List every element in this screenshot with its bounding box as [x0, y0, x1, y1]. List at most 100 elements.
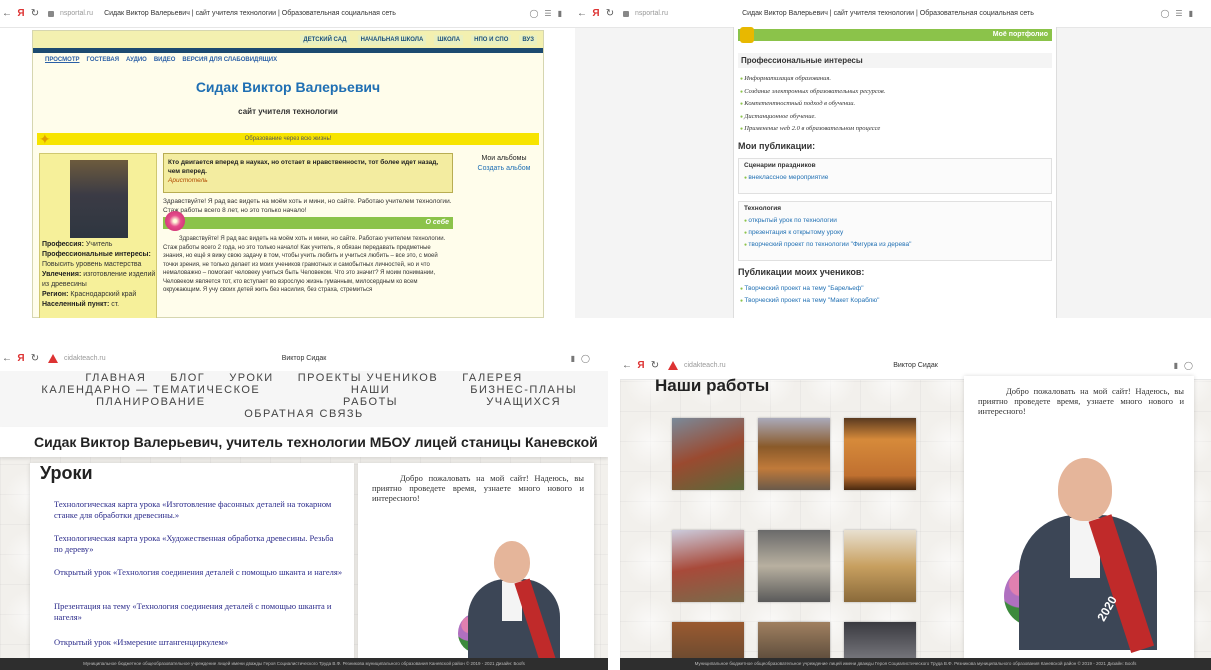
works-title: Наши работы: [655, 376, 770, 395]
browser-bar: ← Я ↻ nsportal.ru Сидак Виктор Валерьеви…: [575, 0, 1211, 28]
pub-link[interactable]: творческий проект по технологии "Фигурка…: [744, 239, 1046, 251]
portfolio-bar: Моё портфолио: [738, 29, 1052, 41]
subnav-low-vision[interactable]: ВЕРСИЯ ДЛЯ СЛАБОВИДЯЩИХ: [182, 57, 277, 63]
yandex-icon[interactable]: Я: [14, 8, 28, 19]
warning-icon: [668, 361, 678, 370]
welcome-text: Добро пожаловать на мой сайт! Надеюсь, в…: [372, 473, 584, 503]
topnav-kindergarten[interactable]: ДЕТСКИЙ САД: [300, 34, 350, 45]
screenshot-nsportal-profile: ← Я ↻ nsportal.ru Сидак Виктор Валерьеви…: [0, 0, 580, 318]
work-photo-6[interactable]: [844, 530, 916, 602]
toolbar-icons[interactable]: ◯☰▮: [529, 9, 568, 18]
lesson-link[interactable]: Презентация на тему «Технология соединен…: [54, 601, 344, 622]
work-photo-5[interactable]: [758, 530, 830, 602]
profile-details: Профессия: Учитель Профессиональные инте…: [42, 240, 156, 310]
pub-group-title: Технология: [744, 205, 782, 212]
region-label: Регион:: [42, 291, 69, 298]
yandex-icon[interactable]: Я: [634, 360, 648, 371]
footer: Муниципальное бюджетное общеобразователь…: [0, 658, 608, 670]
address-bar[interactable]: cidakteach.ru: [684, 362, 726, 369]
pub-link[interactable]: открытый урок по технологии: [744, 215, 1046, 227]
interest-item: Дистанционное обучение.: [740, 111, 885, 124]
back-icon[interactable]: ←: [0, 8, 14, 19]
lesson-link[interactable]: Технологическая карта урока «Изготовлени…: [54, 499, 344, 520]
yandex-icon[interactable]: Я: [14, 353, 28, 364]
toolbar-icons[interactable]: ▮◯: [571, 354, 596, 363]
reload-icon[interactable]: ↻: [28, 8, 42, 19]
subnav-view[interactable]: ПРОСМОТР: [45, 57, 80, 63]
students-list: Творческий проект на тему "Барельеф" Тво…: [740, 283, 879, 307]
lessons-panel: Уроки Технологическая карта урока «Изгот…: [30, 463, 354, 670]
interest-item: Компетентностный подход в обучении.: [740, 98, 885, 111]
menu-feedback[interactable]: ОБРАТНАЯ СВЯЗЬ: [244, 408, 364, 420]
lock-icon: [623, 10, 629, 17]
place-label: Населенный пункт:: [42, 301, 110, 308]
footer: Муниципальное бюджетное общеобразователь…: [620, 658, 1211, 670]
menu-business[interactable]: БИЗНЕС-ПЛАНЫ УЧАЩИХСЯ: [439, 384, 608, 408]
work-photo-8[interactable]: [758, 622, 830, 662]
interests-value: Повысить уровень мастерства: [42, 261, 142, 268]
topnav-primary[interactable]: НАЧАЛЬНАЯ ШКОЛА: [357, 34, 427, 45]
back-icon[interactable]: ←: [575, 8, 589, 19]
quote-text: Кто двигается вперед в науках, но отстае…: [168, 159, 439, 175]
works-gallery: Наши работы: [640, 376, 963, 662]
menu-calendar[interactable]: КАЛЕНДАРНО — ТЕМАТИЧЕСКОЕ ПЛАНИРОВАНИЕ: [0, 384, 302, 408]
menu-works[interactable]: НАШИ РАБОТЫ: [326, 384, 416, 408]
screenshot-cidakteach-lessons: ← Я ↻ cidakteach.ru Виктор Сидак ▮◯ ГЛАВ…: [0, 345, 608, 670]
toolbar-icons[interactable]: ◯☰▮: [1160, 9, 1199, 18]
address-bar[interactable]: nsportal.ru: [635, 10, 668, 17]
screenshot-nsportal-portfolio: ← Я ↻ nsportal.ru Сидак Виктор Валерьеви…: [575, 0, 1211, 318]
work-photo-3[interactable]: [844, 418, 916, 490]
tab-title: Сидак Виктор Валерьевич | сайт учителя т…: [104, 10, 396, 17]
menu-gallery[interactable]: ГАЛЕРЕЯ: [462, 372, 522, 384]
interests-list: Информатизация образования. Создание эле…: [740, 73, 885, 136]
lock-icon: [48, 10, 54, 17]
place-value: ст.: [111, 301, 120, 308]
portfolio-page: Моё портфолио Профессиональные интересы …: [733, 27, 1057, 318]
warning-icon: [48, 354, 58, 363]
topnav-npo[interactable]: НПО И СПО: [471, 34, 512, 45]
back-icon[interactable]: ←: [0, 353, 14, 364]
toolbar-icons[interactable]: ▮◯: [1174, 361, 1199, 370]
albums-title: Мои альбомы: [481, 155, 527, 162]
menu-home[interactable]: ГЛАВНАЯ: [85, 372, 146, 384]
pub-link[interactable]: внеклассное мероприятие: [744, 172, 1046, 184]
pub-link[interactable]: презентация к открытому уроку: [744, 227, 1046, 239]
work-photo-1[interactable]: [672, 418, 744, 490]
back-icon[interactable]: ←: [620, 360, 634, 371]
reload-icon[interactable]: ↻: [603, 8, 617, 19]
create-album-link[interactable]: Создать альбом: [471, 165, 537, 172]
region-value: Краснодарский край: [70, 291, 137, 298]
reload-icon[interactable]: ↻: [28, 353, 42, 364]
address-bar[interactable]: nsportal.ru: [60, 10, 93, 17]
subnav-audio[interactable]: АУДИО: [126, 57, 147, 63]
welcome-text: Добро пожаловать на мой сайт! Надеюсь, в…: [978, 386, 1184, 416]
profession-label: Профессия:: [42, 241, 84, 248]
publications-heading: Мои публикации:: [738, 141, 816, 151]
lesson-link[interactable]: Технологическая карта урока «Художествен…: [54, 533, 344, 554]
menu-projects[interactable]: ПРОЕКТЫ УЧЕНИКОВ: [298, 372, 439, 384]
quote-author: Аристотель: [168, 177, 208, 184]
address-bar[interactable]: cidakteach.ru: [64, 355, 106, 362]
yandex-icon[interactable]: Я: [589, 8, 603, 19]
subnav-video[interactable]: ВИДЕО: [154, 57, 176, 63]
menu-lessons[interactable]: УРОКИ: [229, 372, 273, 384]
topnav-school[interactable]: ШКОЛА: [434, 34, 464, 45]
about-text: Здравствуйте! Я рад вас видеть на моём х…: [163, 236, 446, 293]
work-photo-7[interactable]: [672, 622, 744, 662]
work-photo-9[interactable]: [844, 622, 916, 662]
student-link[interactable]: Творческий проект на тему "Макет Кораблю…: [740, 295, 879, 307]
student-link[interactable]: Творческий проект на тему "Барельеф": [740, 283, 879, 295]
students-heading: Публикации моих учеников:: [738, 267, 865, 277]
lesson-link[interactable]: Открытый урок «Технология соединения дет…: [54, 567, 344, 578]
site-heading: Сидак Виктор Валерьевич, учитель техноло…: [0, 427, 608, 457]
reload-icon[interactable]: ↻: [648, 360, 662, 371]
motto-bar: Образование через всю жизнь!: [37, 133, 539, 145]
work-photo-4[interactable]: [672, 530, 744, 602]
topnav-vuz[interactable]: ВУЗ: [519, 34, 537, 45]
subnav-guest[interactable]: ГОСТЕВАЯ: [87, 57, 120, 63]
menu-blog[interactable]: БЛОГ: [170, 372, 205, 384]
lesson-link[interactable]: Открытый урок «Измерение штангенциркулем…: [54, 637, 344, 648]
screenshot-cidakteach-works: ← Я ↻ cidakteach.ru Виктор Сидак ▮◯ Наши…: [620, 352, 1211, 670]
work-photo-2[interactable]: [758, 418, 830, 490]
profile-name: Сидак Виктор Валерьевич: [195, 79, 381, 95]
